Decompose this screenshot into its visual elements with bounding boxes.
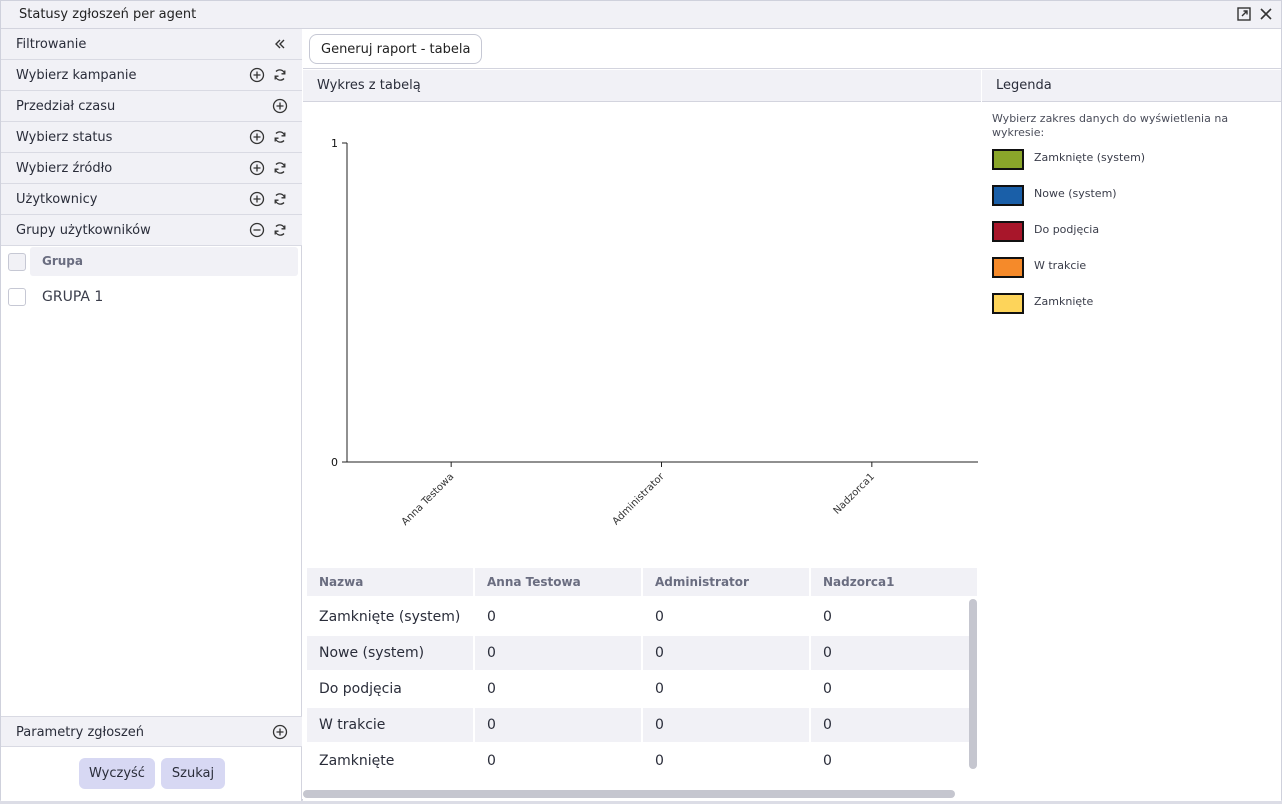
table-cell: 0 (475, 636, 641, 670)
legend-swatch[interactable] (992, 221, 1024, 242)
section-source-label: Wybierz źródło (16, 161, 113, 176)
section-user-groups-label: Grupy użytkowników (16, 223, 151, 238)
table-cell: Nowe (system) (307, 636, 473, 670)
section-campaigns[interactable]: Wybierz kampanie (1, 60, 302, 91)
window-title: Statusy zgłoszeń per agent (19, 7, 197, 22)
table-header-cell[interactable]: Nadzorca1 (811, 568, 977, 596)
horizontal-scrollbar[interactable] (303, 790, 955, 798)
section-time-range-label: Przedział czasu (16, 99, 116, 114)
refresh-icon[interactable] (272, 160, 288, 176)
table-header-cell[interactable]: Administrator (643, 568, 809, 596)
legend-label: Do podjęcia (1034, 223, 1100, 236)
select-all-checkbox[interactable] (8, 253, 26, 271)
plus-circle-icon[interactable] (249, 191, 265, 207)
legend-label: Nowe (system) (1034, 187, 1117, 200)
table-row: W trakcie 0 0 0 (307, 708, 977, 744)
table-cell: 0 (487, 609, 496, 625)
table-cell: 0 (823, 681, 832, 697)
y-tick-label: 1 (331, 137, 338, 150)
table-header-cell[interactable]: Anna Testowa (475, 568, 641, 596)
report-window: Statusy zgłoszeń per agent Filtrowanie W… (0, 0, 1282, 801)
table-cell: 0 (655, 753, 664, 769)
plus-circle-icon[interactable] (249, 67, 265, 83)
y-tick-label: 0 (331, 456, 338, 469)
section-source[interactable]: Wybierz źródło (1, 153, 302, 184)
legend-swatch[interactable] (992, 257, 1024, 278)
table-cell: 0 (811, 636, 977, 670)
x-tick-label: Anna Testowa (400, 471, 457, 528)
table-cell: 0 (811, 708, 977, 742)
section-users-label: Użytkownicy (16, 192, 98, 207)
group-row-checkbox[interactable] (8, 288, 26, 306)
table-row: Zamknięte (system) 0 0 0 (307, 600, 977, 636)
table-cell: 0 (487, 753, 496, 769)
minus-circle-icon[interactable] (249, 222, 265, 238)
table-row: Do podjęcia 0 0 0 (307, 672, 977, 708)
section-time-range[interactable]: Przedział czasu (1, 91, 302, 122)
popout-icon[interactable] (1235, 5, 1253, 23)
filter-sidebar: Filtrowanie Wybierz kampanie Przedział c… (1, 29, 302, 801)
generate-report-button[interactable]: Generuj raport - tabela (309, 34, 483, 64)
plus-circle-icon[interactable] (272, 98, 288, 114)
table-row: Nowe (system) 0 0 0 (307, 636, 977, 672)
title-bar: Statusy zgłoszeń per agent (1, 1, 1281, 29)
bar-chart: 0 1 Anna Testowa Administrator Nadzorca1 (331, 137, 978, 528)
plus-circle-icon[interactable] (272, 724, 288, 740)
section-user-groups[interactable]: Grupy użytkowników (1, 215, 302, 246)
group-row-name[interactable]: GRUPA 1 (42, 289, 103, 305)
refresh-icon[interactable] (272, 222, 288, 238)
refresh-icon[interactable] (272, 129, 288, 145)
x-tick-label: Administrator (611, 471, 668, 528)
legend-title: Legenda (996, 78, 1052, 93)
legend-label: W trakcie (1034, 259, 1087, 272)
table-cell: 0 (643, 708, 809, 742)
table-cell: 0 (823, 753, 832, 769)
filter-header: Filtrowanie (1, 29, 302, 60)
groups-table-header: Grupa (30, 247, 298, 276)
table-row: Zamknięte 0 0 0 (307, 744, 977, 780)
chart-panel-title: Wykres z tabelą (317, 78, 421, 93)
collapse-sidebar-icon[interactable] (272, 36, 288, 52)
table-cell: Zamknięte (319, 753, 395, 769)
table-header-cell[interactable]: Nazwa (307, 568, 473, 596)
legend-label: Zamknięte (1034, 295, 1094, 308)
table-cell: Do podjęcia (319, 681, 402, 697)
plus-circle-icon[interactable] (249, 160, 265, 176)
plus-circle-icon[interactable] (249, 129, 265, 145)
chart-panel-header: Wykres z tabelą (303, 70, 981, 102)
table-cell: 0 (655, 609, 664, 625)
groups-column-header: Grupa (42, 254, 83, 268)
x-tick-label: Nadzorca1 (832, 471, 877, 516)
legend-swatch[interactable] (992, 149, 1024, 170)
legend-header: Legenda (982, 70, 1281, 102)
search-button[interactable]: Szukaj (161, 758, 225, 789)
filter-header-label: Filtrowanie (16, 37, 87, 52)
table-cell: Zamknięte (system) (319, 609, 461, 625)
section-users[interactable]: Użytkownicy (1, 184, 302, 215)
close-icon[interactable] (1257, 5, 1275, 23)
section-ticket-params[interactable]: Parametry zgłoszeń (1, 716, 302, 747)
toolbar: Generuj raport - tabela (303, 29, 1281, 69)
section-ticket-params-label: Parametry zgłoszeń (16, 725, 145, 740)
table-cell: 0 (475, 708, 641, 742)
table-cell: W trakcie (307, 708, 473, 742)
table-cell: 0 (655, 681, 664, 697)
table-cell: 0 (643, 636, 809, 670)
table-header-row: Nazwa Anna Testowa Administrator Nadzorca1 (307, 568, 977, 604)
refresh-icon[interactable] (272, 67, 288, 83)
legend-label: Zamknięte (system) (1034, 151, 1146, 164)
legend-swatch[interactable] (992, 293, 1024, 314)
section-status-label: Wybierz status (16, 130, 113, 145)
legend-description: Wybierz zakres danych do wyświetlenia na… (992, 112, 1229, 139)
refresh-icon[interactable] (272, 191, 288, 207)
table-cell: 0 (823, 609, 832, 625)
section-status[interactable]: Wybierz status (1, 122, 302, 153)
legend-swatch[interactable] (992, 185, 1024, 206)
table-vertical-scrollbar[interactable] (969, 599, 977, 769)
table-cell: 0 (487, 681, 496, 697)
clear-button[interactable]: Wyczyść (79, 758, 155, 789)
section-campaigns-label: Wybierz kampanie (16, 68, 137, 83)
